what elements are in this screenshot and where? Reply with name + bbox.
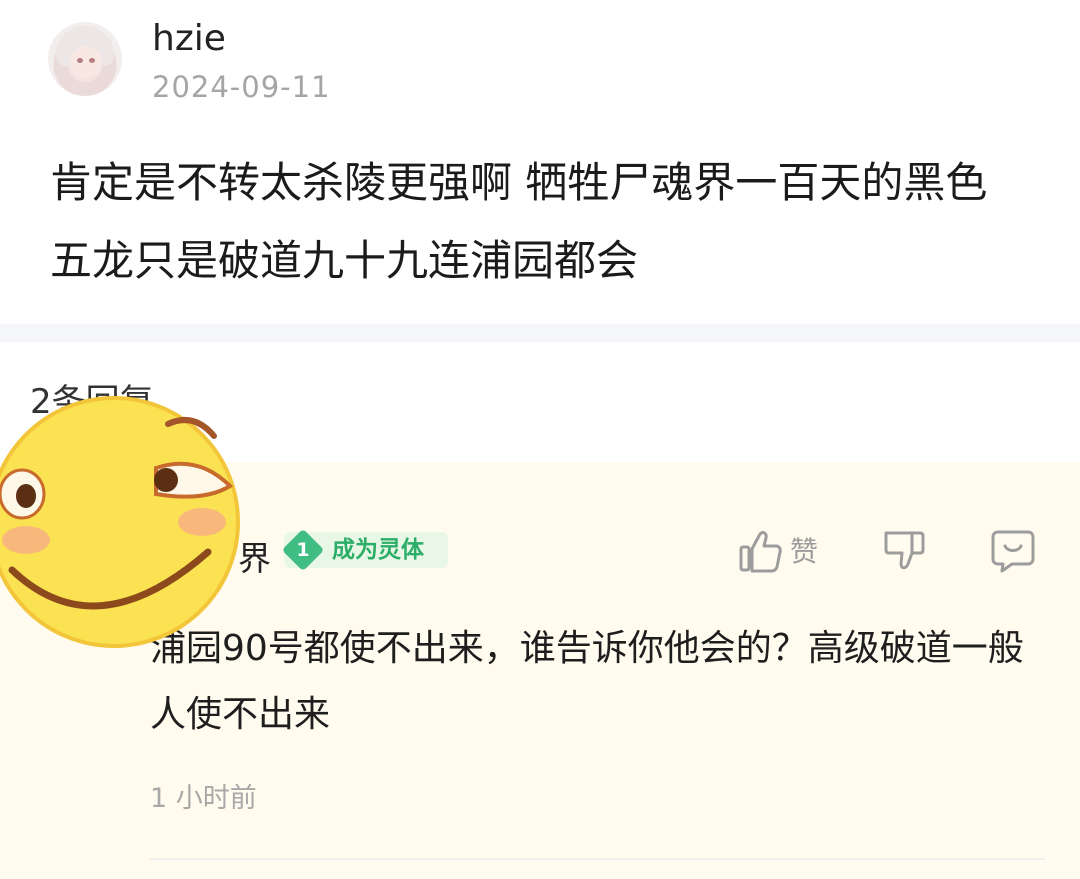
level-number: 1: [296, 539, 310, 561]
post-date: 2024-09-11: [152, 70, 331, 104]
thumbs-up-icon: [739, 531, 782, 573]
smirk-emoji-sticker: [0, 396, 240, 648]
level-title: 成为灵体: [332, 537, 424, 563]
comment-icon: [991, 530, 1035, 573]
post-content: 肯定是不转太杀陵更强啊 牺牲尸魂界一百天的黑色 五龙只是破道九十九连浦园都会: [50, 158, 988, 285]
thumbs-down-icon: [884, 531, 925, 570]
avatar[interactable]: [48, 22, 122, 96]
reply-divider: [150, 858, 1045, 860]
post-header: hzie 2024-09-11: [48, 18, 648, 104]
avatar-eye-right: [89, 58, 95, 63]
like-label: 赞: [790, 535, 819, 568]
comment-button[interactable]: [990, 528, 1035, 576]
dislike-button[interactable]: [882, 528, 926, 576]
avatar-eye-left: [77, 58, 83, 63]
reply-username[interactable]: 界: [238, 532, 271, 580]
like-button[interactable]: 赞: [738, 528, 828, 576]
level-badge[interactable]: 1 成为灵体: [281, 528, 448, 572]
reply-content: 浦园90号都使不出来，谁告诉你他会的？高级破道一般人使不出来: [150, 628, 1024, 735]
section-divider: [0, 324, 1080, 342]
avatar-face: [70, 46, 102, 78]
post-username[interactable]: hzie: [152, 18, 226, 59]
reply-time: 1 小时前: [150, 783, 257, 814]
